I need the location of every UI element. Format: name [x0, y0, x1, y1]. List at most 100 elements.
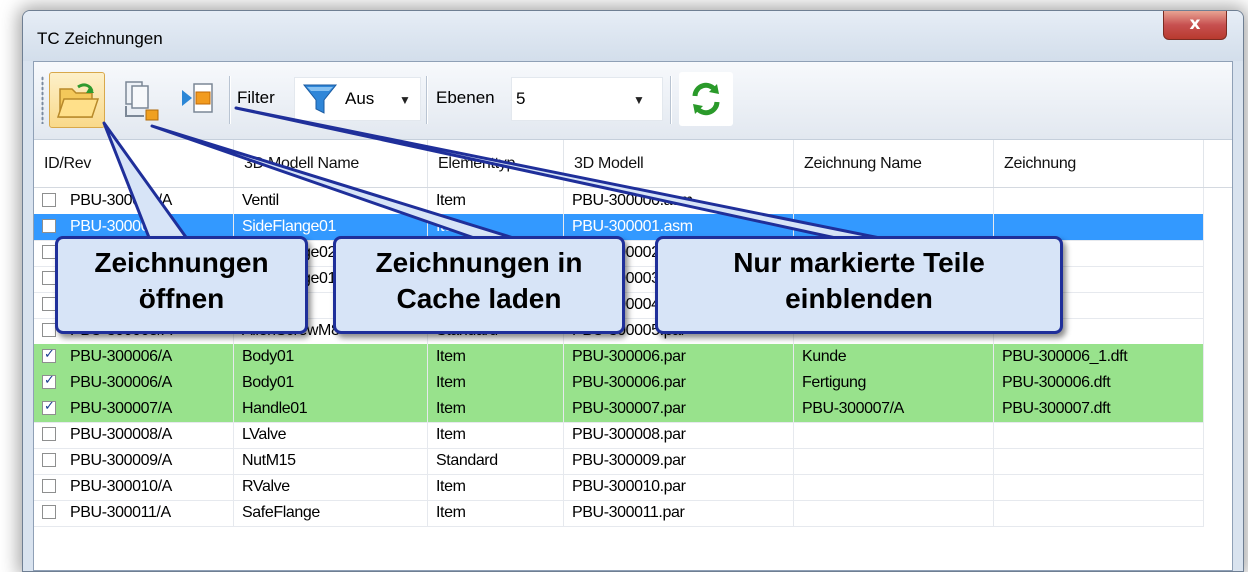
cache-load-icon: [125, 81, 159, 121]
callout-load-cache: Zeichnungen in Cache laden: [333, 236, 625, 334]
row-checkbox[interactable]: [42, 427, 56, 441]
table-cell: PBU-300011.par: [564, 500, 794, 526]
table-cell: PBU-300008/A: [62, 422, 234, 448]
table-cell: [994, 188, 1204, 214]
table-cell: Fertigung: [794, 370, 994, 396]
row-checkbox[interactable]: [42, 323, 56, 337]
callout-marked-line2: einblenden: [785, 283, 933, 314]
row-checkbox[interactable]: [42, 271, 56, 285]
callout-open-line1: Zeichnungen: [94, 247, 269, 278]
load-cache-button[interactable]: [112, 72, 166, 126]
table-cell: Item: [428, 370, 564, 396]
drawings-grid: ID/Rev 3D Modell Name Elementtyp 3D Modell Z…: [34, 140, 1232, 570]
chevron-down-icon[interactable]: ▼: [633, 93, 645, 107]
levels-dropdown[interactable]: 5 ▼: [511, 77, 663, 121]
table-row[interactable]: PBU-300009/A NutM15 Standard PBU-300009.par: [34, 448, 1204, 475]
callout-marked-line1: Nur markierte Teile: [733, 247, 985, 278]
column-header[interactable]: Zeichnung Name: [794, 140, 994, 187]
column-header[interactable]: ID/Rev: [34, 140, 234, 187]
toolbar-separator: [670, 76, 672, 124]
grid-header: ID/Rev 3D Modell Name Elementtyp 3D Modell Z…: [34, 140, 1232, 188]
row-checkbox[interactable]: [42, 479, 56, 493]
toolbar-separator: [426, 76, 428, 124]
row-checkbox[interactable]: [42, 505, 56, 519]
table-row[interactable]: PBU-300007/AHandle01ItemPBU-300007.parPB…: [34, 396, 1204, 423]
table-cell: PBU-300006_1.dft: [994, 344, 1204, 370]
table-cell: LValve: [234, 422, 428, 448]
table-cell: Item: [428, 500, 564, 526]
column-header[interactable]: Elementtyp: [428, 140, 564, 187]
table-cell: PBU-300009/A: [62, 448, 234, 474]
callout-show-marked: Nur markierte Teile einblenden: [655, 236, 1063, 334]
table-cell: [994, 500, 1204, 526]
callout-open-line2: öffnen: [138, 283, 225, 314]
table-cell: [794, 188, 994, 214]
row-checkbox[interactable]: [42, 453, 56, 467]
table-cell: SafeFlange: [234, 500, 428, 526]
open-folder-icon: [56, 83, 100, 118]
table-cell: PBU-300000/A: [62, 188, 234, 214]
toolbar-separator: [229, 76, 231, 124]
table-cell: [794, 474, 994, 500]
column-header[interactable]: 3D Modell Name: [234, 140, 428, 187]
row-checkbox[interactable]: [42, 399, 56, 415]
row-checkbox[interactable]: [42, 373, 56, 389]
table-cell: Item: [428, 344, 564, 370]
row-checkbox[interactable]: [42, 219, 56, 233]
title-bar[interactable]: TC Zeichnungen x: [23, 11, 1243, 61]
callout-open-drawings: Zeichnungen öffnen: [55, 236, 308, 334]
levels-label: Ebenen: [436, 88, 495, 107]
toolbar-grip[interactable]: [41, 76, 44, 124]
table-cell: Standard: [428, 448, 564, 474]
refresh-button[interactable]: [679, 72, 733, 126]
open-drawings-button[interactable]: [49, 72, 105, 128]
table-cell: [794, 422, 994, 448]
window-title: TC Zeichnungen: [37, 29, 163, 48]
row-checkbox[interactable]: [42, 245, 56, 259]
filter-label: Filter: [237, 88, 275, 107]
table-cell: RValve: [234, 474, 428, 500]
table-row[interactable]: PBU-300010/A RValve Item PBU-300010.par: [34, 474, 1204, 501]
table-row[interactable]: PBU-300008/A LValve Item PBU-300008.par: [34, 422, 1204, 449]
close-button[interactable]: x: [1163, 11, 1227, 40]
table-row[interactable]: PBU-300011/A SafeFlange Item PBU-300011.par: [34, 500, 1204, 527]
table-cell: [794, 448, 994, 474]
table-cell: PBU-300000.asm: [564, 188, 794, 214]
callout-cache-line1: Zeichnungen in: [375, 247, 583, 278]
filter-value: Aus: [345, 89, 375, 108]
chevron-down-icon[interactable]: ▼: [399, 93, 411, 107]
table-cell: Item: [428, 396, 564, 422]
table-cell: [794, 500, 994, 526]
row-checkbox[interactable]: [42, 297, 56, 311]
table-cell: Ventil: [234, 188, 428, 214]
table-cell: NutM15: [234, 448, 428, 474]
table-cell: PBU-300011/A: [62, 500, 234, 526]
show-marked-icon: [182, 83, 213, 113]
table-cell: PBU-300006.dft: [994, 370, 1204, 396]
table-cell: PBU-300006.par: [564, 370, 794, 396]
table-row[interactable]: PBU-300000/A Ventil Item PBU-300000.asm: [34, 188, 1204, 215]
table-cell: PBU-300010/A: [62, 474, 234, 500]
table-cell: PBU-300007.dft: [994, 396, 1204, 422]
table-row[interactable]: PBU-300006/ABody01ItemPBU-300006.parKund…: [34, 344, 1204, 371]
table-cell: PBU-300007.par: [564, 396, 794, 422]
table-cell: [994, 448, 1204, 474]
table-cell: PBU-300006/A: [62, 370, 234, 396]
table-cell: PBU-300009.par: [564, 448, 794, 474]
show-marked-button[interactable]: [170, 72, 224, 126]
table-cell: Item: [428, 422, 564, 448]
table-cell: Item: [428, 188, 564, 214]
column-header[interactable]: Zeichnung: [994, 140, 1204, 187]
table-cell: Kunde: [794, 344, 994, 370]
row-checkbox[interactable]: [42, 193, 56, 207]
table-cell: Body01: [234, 344, 428, 370]
table-cell: PBU-300010.par: [564, 474, 794, 500]
row-checkbox[interactable]: [42, 347, 56, 363]
table-cell: PBU-300006/A: [62, 344, 234, 370]
column-header[interactable]: 3D Modell: [564, 140, 794, 187]
table-cell: Item: [428, 474, 564, 500]
filter-dropdown[interactable]: Aus ▼: [294, 77, 421, 121]
table-cell: PBU-300006.par: [564, 344, 794, 370]
callout-cache-line2: Cache laden: [396, 283, 562, 314]
table-row[interactable]: PBU-300006/ABody01ItemPBU-300006.parFert…: [34, 370, 1204, 397]
